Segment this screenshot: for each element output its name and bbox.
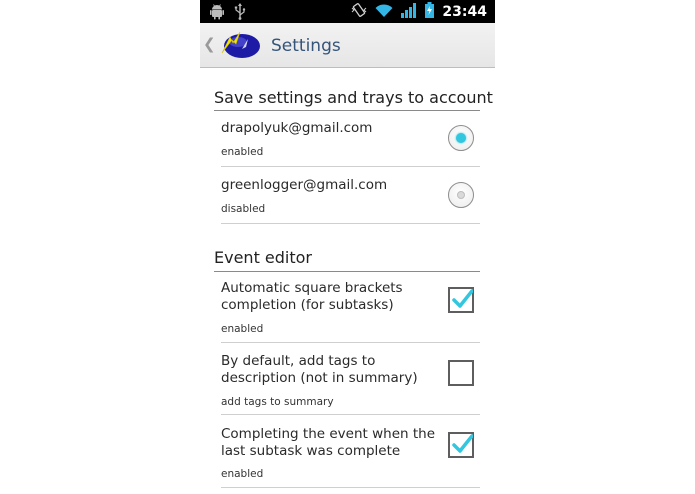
preference-item-add-tags[interactable]: By default, add tags to description (not…: [221, 353, 480, 387]
section-header-event-editor: Event editor: [214, 248, 313, 267]
item-divider: [221, 223, 480, 224]
item-divider: [221, 342, 480, 343]
preference-title-line2: completion (for subtasks): [221, 297, 394, 313]
item-divider: [221, 414, 480, 415]
status-bar-right: 23:44: [351, 2, 487, 22]
checkmark-icon: [452, 289, 473, 308]
preference-summary: enabled: [221, 323, 264, 335]
battery-charging-icon: [425, 2, 435, 22]
preference-item-account-1[interactable]: drapolyuk@gmail.com: [221, 120, 480, 137]
action-bar: ❮ Settings: [200, 23, 495, 68]
preference-title: greenlogger@gmail.com: [221, 177, 388, 193]
radio-button-account-1[interactable]: [448, 125, 474, 151]
section-header-account: Save settings and trays to account: [214, 88, 493, 107]
preference-title: drapolyuk@gmail.com: [221, 120, 373, 136]
signal-icon: [401, 2, 417, 22]
item-divider: [221, 166, 480, 167]
phone-screen: 23:44 ❮ Settings Save settings and trays…: [200, 0, 495, 494]
vibrate-icon: [351, 2, 367, 22]
checkbox-add-tags[interactable]: [448, 360, 474, 386]
section-divider: [214, 110, 480, 111]
preference-item-complete-event[interactable]: Completing the event when the last subta…: [221, 426, 480, 460]
preference-item-account-2[interactable]: greenlogger@gmail.com: [221, 177, 480, 194]
preference-summary: disabled: [221, 203, 266, 215]
checkbox-complete-event[interactable]: [448, 432, 474, 458]
preference-summary: add tags to summary: [221, 396, 334, 408]
radio-empty-dot: [457, 191, 465, 199]
preference-title-line1: By default, add tags to: [221, 353, 376, 369]
preference-title-line2: description (not in summary): [221, 370, 418, 386]
android-icon: [210, 3, 224, 24]
preference-title-line1: Automatic square brackets: [221, 280, 403, 296]
preference-title-line2: last subtask was complete: [221, 443, 401, 459]
item-divider: [221, 487, 480, 488]
radio-button-account-2[interactable]: [448, 182, 474, 208]
status-bar: 23:44: [200, 0, 495, 23]
radio-selected-dot: [456, 133, 466, 143]
section-divider: [214, 271, 480, 272]
usb-icon: [234, 3, 246, 24]
status-bar-left: [210, 3, 246, 24]
checkmark-icon: [452, 434, 473, 453]
page-title: Settings: [271, 36, 341, 56]
preference-summary: enabled: [221, 146, 264, 158]
chevron-left-icon[interactable]: ❮: [203, 35, 216, 53]
preference-title-line1: Completing the event when the: [221, 426, 436, 442]
preference-summary: enabled: [221, 468, 264, 480]
checkbox-square-brackets[interactable]: [448, 287, 474, 313]
status-time: 23:44: [442, 4, 487, 20]
wifi-icon: [375, 3, 393, 22]
app-logo-icon[interactable]: [218, 29, 262, 61]
preference-item-square-brackets[interactable]: Automatic square brackets completion (fo…: [221, 280, 480, 314]
